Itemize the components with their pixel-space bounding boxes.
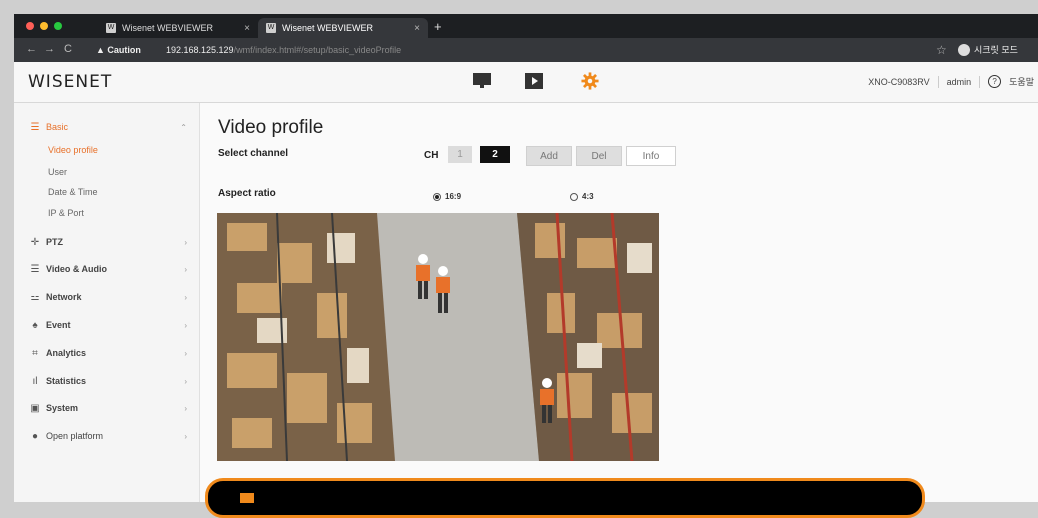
bell-icon: ♠ xyxy=(32,319,38,331)
sidebar-item-label: Open platform xyxy=(46,431,104,441)
security-warning[interactable]: ▲ Caution xyxy=(96,45,141,55)
ch-label: CH xyxy=(424,150,439,161)
analytics-icon: ⌗ xyxy=(32,347,38,359)
sidebar-item-analytics[interactable]: ⌗ Analytics › xyxy=(14,345,199,361)
chevron-right-icon: › xyxy=(184,403,187,413)
browser-tab-bar: W Wisenet WEBVIEWER × W Wisenet WEBVIEWE… xyxy=(14,14,1038,38)
aspect-option-label: 16:9 xyxy=(445,192,462,201)
header-right: XNO-C9083RV admin ? 도움말 xyxy=(868,75,1034,88)
chevron-up-icon: ⌃ xyxy=(180,122,187,132)
main-content: Video profile Select channel CH 1 2 Add … xyxy=(200,103,1038,502)
back-arrow-icon[interactable]: ← xyxy=(26,43,37,55)
sidebar-item-event[interactable]: ♠ Event › xyxy=(14,317,199,333)
tab-title: Wisenet WEBVIEWER xyxy=(122,23,214,33)
tab-title: Wisenet WEBVIEWER xyxy=(282,23,374,33)
close-icon[interactable]: × xyxy=(414,23,420,34)
del-button[interactable]: Del xyxy=(576,146,622,166)
minimize-window-button[interactable] xyxy=(40,22,48,30)
address-bar: ← → C ▲ Caution 192.168.125.129/wmf/inde… xyxy=(14,38,1038,62)
aspect-ratio-label: Aspect ratio xyxy=(218,188,276,199)
video-preview xyxy=(217,213,659,461)
sidebar-item-label: Video & Audio xyxy=(46,264,108,274)
app-header: WISENET XNO-C9083RV admin ? 도움말 xyxy=(14,62,1038,103)
aspect-4-3-radio[interactable]: 4:3 xyxy=(570,192,594,201)
maximize-window-button[interactable] xyxy=(54,22,62,30)
profile-button[interactable]: 시크릿 모드 xyxy=(958,43,1018,56)
sidebar-subitem-date-time[interactable]: Date & Time xyxy=(48,187,98,197)
wisenet-favicon-icon: W xyxy=(106,23,116,33)
profile-label: 시크릿 모드 xyxy=(974,45,1018,55)
chevron-right-icon: › xyxy=(184,320,187,330)
sidebar-item-network[interactable]: ⚍ Network › xyxy=(14,289,199,305)
page-title: Video profile xyxy=(218,117,324,138)
browser-tab[interactable]: W Wisenet WEBVIEWER × xyxy=(98,18,258,38)
chevron-right-icon: › xyxy=(184,348,187,358)
radio-selected-icon xyxy=(433,192,441,201)
radio-unselected-icon xyxy=(570,192,578,201)
logo: WISENET xyxy=(28,72,113,92)
sidebar-item-label: Basic xyxy=(46,122,69,132)
info-button[interactable]: Info xyxy=(626,146,676,166)
divider xyxy=(937,75,939,88)
wisenet-favicon-icon: W xyxy=(266,23,276,33)
window-controls xyxy=(26,22,62,30)
sidebar-item-label: PTZ xyxy=(46,237,63,247)
overlay-banner xyxy=(205,478,925,518)
chevron-right-icon: › xyxy=(184,237,187,247)
monitor-icon[interactable] xyxy=(472,72,492,90)
list-icon: ☰ xyxy=(30,121,40,133)
url-field[interactable]: 192.168.125.129/wmf/index.html#/setup/ba… xyxy=(166,45,401,55)
chevron-right-icon: › xyxy=(184,264,187,274)
system-icon: ▣ xyxy=(30,402,40,414)
platform-icon: ● xyxy=(31,430,39,442)
help-label[interactable]: 도움말 xyxy=(1009,75,1034,88)
reload-icon[interactable]: C xyxy=(64,43,72,55)
move-icon: ✛ xyxy=(30,236,40,248)
bookmark-star-icon[interactable]: ☆ xyxy=(936,43,947,57)
sidebar-item-label: System xyxy=(46,403,79,413)
sidebar-item-basic[interactable]: ☰ Basic ⌃ xyxy=(14,119,199,135)
chevron-right-icon: › xyxy=(184,376,187,386)
close-window-button[interactable] xyxy=(26,22,34,30)
aspect-16-9-radio[interactable]: 16:9 xyxy=(433,192,461,201)
channel-1-button[interactable]: 1 xyxy=(448,146,472,163)
new-tab-plus-icon[interactable]: + xyxy=(434,19,442,34)
sidebar-item-ptz[interactable]: ✛ PTZ › xyxy=(14,234,199,250)
user-menu[interactable]: admin xyxy=(947,77,972,87)
browser-tab-active[interactable]: W Wisenet WEBVIEWER × xyxy=(258,18,428,38)
sidebar-item-label: Event xyxy=(46,320,71,330)
sidebar-item-video-audio[interactable]: ☰ Video & Audio › xyxy=(14,261,199,277)
sidebar-subitem-video-profile[interactable]: Video profile xyxy=(48,145,98,155)
sidebar-item-label: Network xyxy=(46,292,82,302)
add-button[interactable]: Add xyxy=(526,146,572,166)
sidebar: ☰ Basic ⌃ Video profile User Date & Time… xyxy=(14,103,200,502)
forward-arrow-icon[interactable]: → xyxy=(44,43,55,55)
sidebar-item-open-platform[interactable]: ● Open platform › xyxy=(14,428,199,444)
gear-icon[interactable] xyxy=(580,72,600,90)
bar-chart-icon: ıl xyxy=(32,375,38,387)
network-icon: ⚍ xyxy=(30,291,40,303)
sidebar-item-system[interactable]: ▣ System › xyxy=(14,400,199,416)
close-icon[interactable]: × xyxy=(244,23,250,34)
chevron-right-icon: › xyxy=(184,431,187,441)
aspect-option-label: 4:3 xyxy=(582,192,594,201)
sidebar-item-statistics[interactable]: ıl Statistics › xyxy=(14,373,199,389)
sidebar-subitem-ip-port[interactable]: IP & Port xyxy=(48,208,84,218)
chevron-right-icon: › xyxy=(184,292,187,302)
help-icon[interactable]: ? xyxy=(988,75,1002,88)
incognito-avatar-icon xyxy=(958,43,970,56)
url-host: 192.168.125.129 xyxy=(166,45,234,55)
playback-icon[interactable] xyxy=(524,72,544,90)
channel-2-button[interactable]: 2 xyxy=(480,146,510,163)
lines-icon: ☰ xyxy=(30,263,40,275)
model-name: XNO-C9083RV xyxy=(868,76,930,87)
sidebar-subitem-user[interactable]: User xyxy=(48,167,67,177)
url-path: /wmf/index.html#/setup/basic_videoProfil… xyxy=(233,45,402,55)
sidebar-item-label: Statistics xyxy=(46,376,87,386)
select-channel-label: Select channel xyxy=(218,148,289,159)
caution-label: Caution xyxy=(107,45,141,55)
sidebar-item-label: Analytics xyxy=(46,348,87,358)
divider xyxy=(979,75,981,88)
